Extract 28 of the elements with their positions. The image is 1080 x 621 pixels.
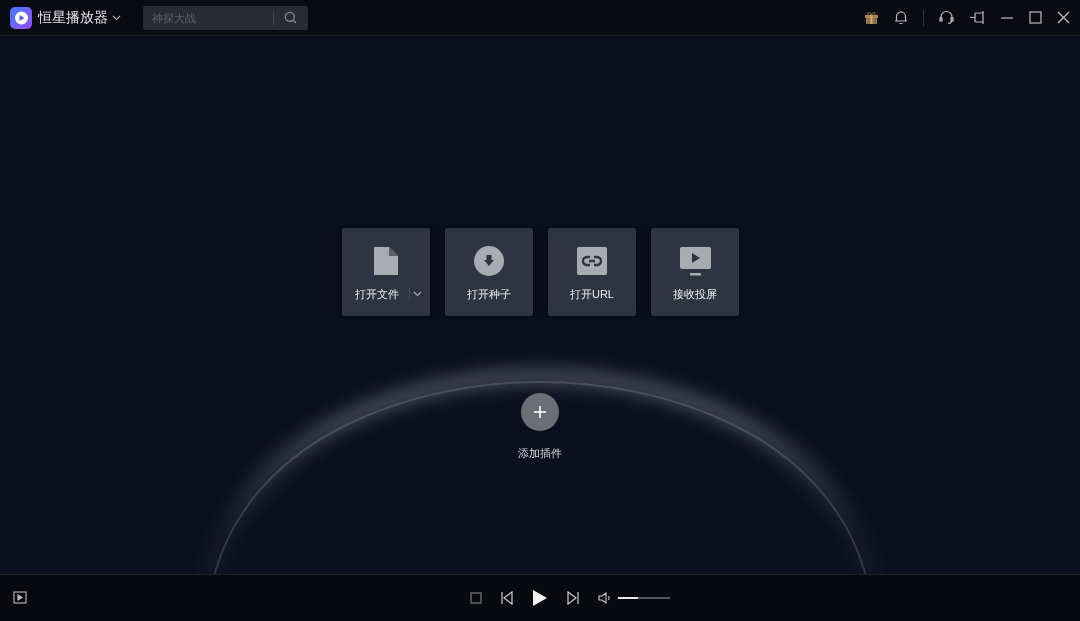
open-option-tile[interactable]: 打开文件 bbox=[342, 228, 430, 316]
headset-icon[interactable] bbox=[939, 10, 954, 25]
play-icon[interactable] bbox=[532, 589, 548, 607]
screen-play-icon bbox=[679, 246, 711, 276]
open-option-tile[interactable]: 打开URL bbox=[548, 228, 636, 316]
stop-icon[interactable] bbox=[470, 592, 482, 604]
volume-icon[interactable] bbox=[598, 591, 612, 605]
previous-icon[interactable] bbox=[500, 591, 514, 605]
open-option-tile[interactable]: 打开种子 bbox=[445, 228, 533, 316]
chevron-down-icon[interactable] bbox=[413, 291, 422, 297]
link-icon bbox=[577, 247, 607, 275]
app-logo-icon bbox=[10, 6, 32, 29]
app-menu-button[interactable]: 恒星播放器 bbox=[38, 7, 121, 28]
playlist-icon[interactable] bbox=[13, 591, 27, 605]
search-icon[interactable] bbox=[284, 11, 297, 24]
close-icon[interactable] bbox=[1057, 11, 1070, 24]
plus-icon bbox=[533, 405, 547, 419]
gift-icon[interactable] bbox=[864, 10, 879, 25]
maximize-icon[interactable] bbox=[1029, 11, 1042, 24]
next-icon[interactable] bbox=[566, 591, 580, 605]
document-icon bbox=[373, 246, 399, 276]
bell-icon[interactable] bbox=[894, 10, 908, 25]
open-option-tile[interactable]: 接收投屏 bbox=[651, 228, 739, 316]
download-icon bbox=[474, 246, 504, 276]
add-plugin-button[interactable] bbox=[521, 393, 559, 431]
add-plugin-label: 添加插件 bbox=[518, 446, 562, 461]
chevron-down-icon bbox=[112, 14, 121, 21]
pin-icon[interactable] bbox=[969, 10, 985, 25]
